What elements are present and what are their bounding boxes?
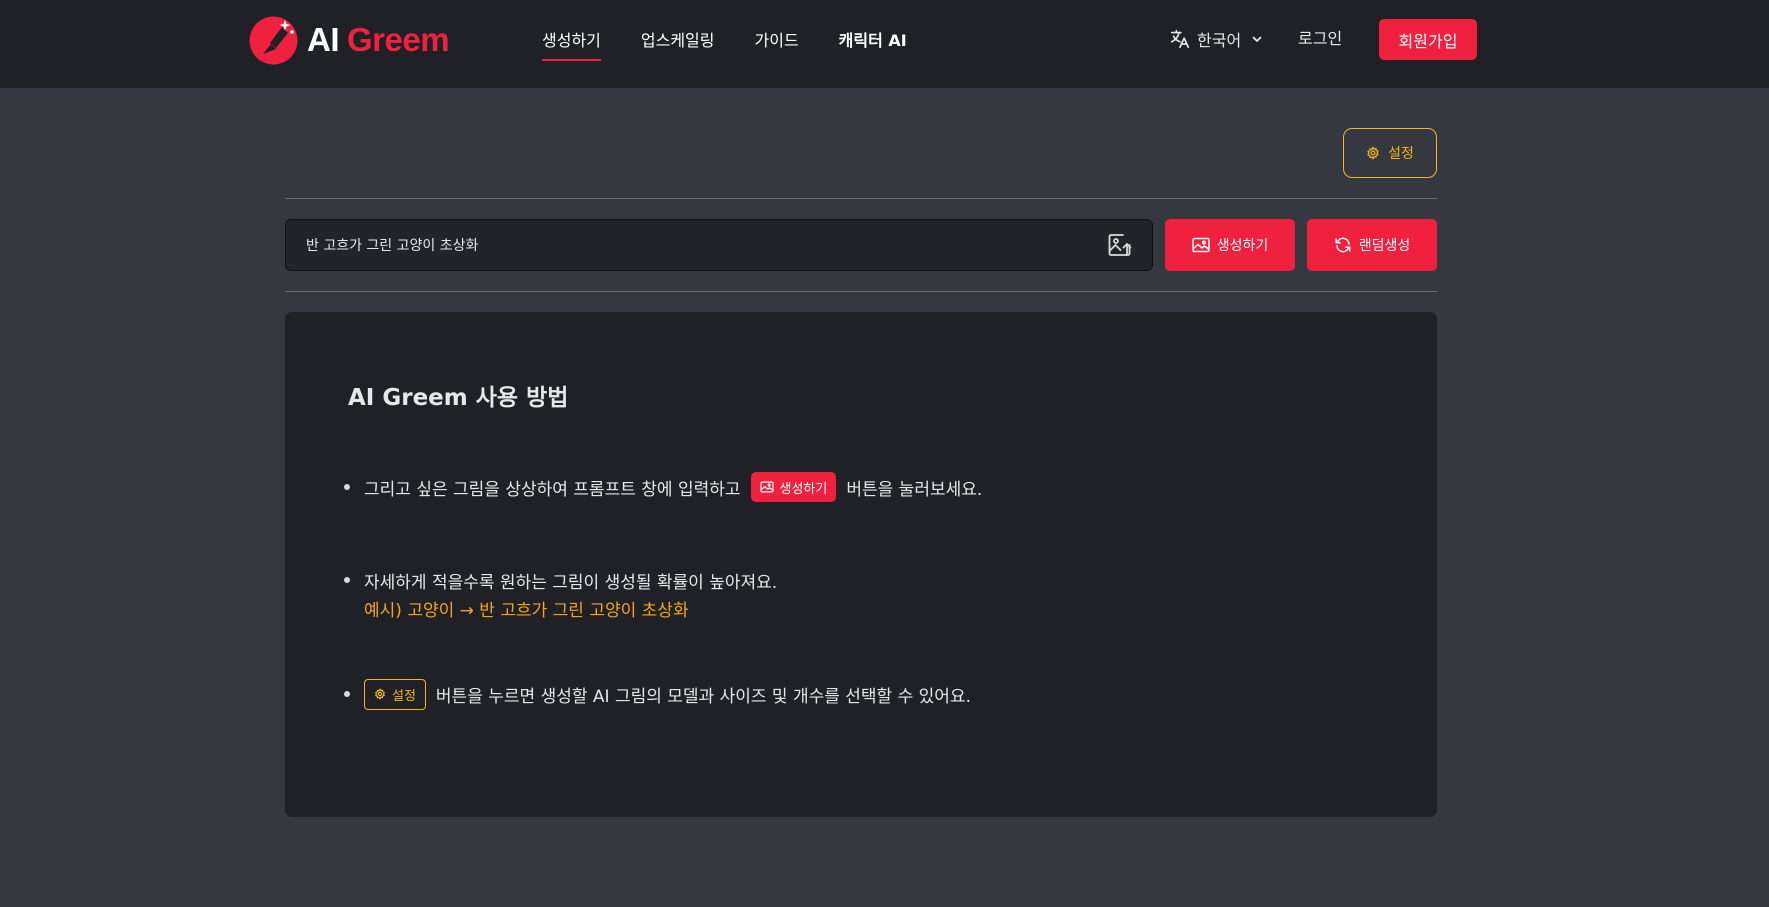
image-upload-icon[interactable]: [1108, 233, 1134, 257]
generate-button[interactable]: 생성하기: [1165, 219, 1295, 271]
main-nav: 생성하기 업스케일링 가이드 캐릭터 AI: [542, 0, 947, 88]
image-icon: [759, 481, 774, 493]
top-header: AI Greem 생성하기 업스케일링 가이드 캐릭터 AI 한국어 로그인 회원…: [0, 0, 1769, 88]
nav-item-upscaling[interactable]: 업스케일링: [641, 0, 715, 88]
guide-step-1: 그리고 싶은 그림을 상상하여 프롬프트 창에 입력하고 생성하기 버튼을 눌러…: [364, 472, 982, 502]
logo-ai: AI: [307, 21, 340, 58]
language-label: 한국어: [1197, 31, 1242, 50]
logo-text: AI Greem: [307, 21, 450, 59]
divider-top: [285, 198, 1437, 199]
bullet-dot: [344, 691, 350, 697]
nav-item-guide[interactable]: 가이드: [755, 0, 799, 88]
login-link[interactable]: 로그인: [1298, 27, 1342, 51]
nav-item-character-ai[interactable]: 캐릭터 AI: [839, 0, 907, 88]
language-selector[interactable]: 한국어: [1169, 27, 1263, 51]
random-generate-label: 랜덤생성: [1358, 238, 1411, 254]
nav-item-generate[interactable]: 생성하기: [542, 0, 601, 88]
chevron-down-icon: [1252, 36, 1262, 43]
guide-step-3-text: 버튼을 누르면 생성할 AI 그림의 모델과 사이즈 및 개수를 선택할 수 있…: [435, 686, 971, 707]
signup-button[interactable]: 회원가입: [1379, 19, 1477, 60]
inline-generate-label: 생성하기: [779, 481, 828, 497]
refresh-icon: [1335, 237, 1351, 253]
guide-step-3: 설정 버튼을 누르면 생성할 AI 그림의 모델과 사이즈 및 개수를 선택할 …: [364, 678, 971, 710]
image-icon: [1191, 237, 1210, 253]
guide-example: 예시) 고양이 → 반 고흐가 그린 고양이 초상화: [364, 601, 689, 621]
random-generate-button[interactable]: 랜덤생성: [1307, 219, 1437, 271]
guide-step-1-text: 그리고 싶은 그림을 상상하여 프롬프트 창에 입력하고: [364, 479, 741, 500]
generate-button-label: 생성하기: [1216, 238, 1269, 254]
prompt-input[interactable]: [306, 220, 1086, 270]
inline-generate-badge: 생성하기: [750, 472, 837, 502]
logo-brush-icon: [249, 16, 298, 64]
guide-step-1-suffix: 버튼을 눌러보세요.: [846, 479, 983, 500]
gear-icon: [1367, 146, 1379, 160]
logo-greem: Greem: [347, 21, 450, 58]
guide-title: AI Greem 사용 방법: [348, 385, 569, 411]
gear-icon: [375, 688, 385, 700]
divider-bottom: [285, 291, 1437, 292]
translate-icon: [1170, 29, 1190, 49]
bullet-dot: [344, 577, 350, 583]
logo[interactable]: AI Greem: [249, 15, 450, 65]
inline-settings-label: 설정: [392, 688, 416, 704]
guide-panel: AI Greem 사용 방법 그리고 싶은 그림을 상상하여 프롬프트 창에 입…: [285, 312, 1437, 817]
settings-button-label: 설정: [1388, 146, 1414, 162]
prompt-box: [285, 219, 1153, 271]
guide-step-2: 자세하게 적을수록 원하는 그림이 생성될 확률이 높아져요.: [364, 572, 778, 593]
bullet-dot: [344, 484, 350, 490]
settings-button[interactable]: 설정: [1343, 128, 1437, 178]
inline-settings-badge: 설정: [364, 678, 426, 710]
